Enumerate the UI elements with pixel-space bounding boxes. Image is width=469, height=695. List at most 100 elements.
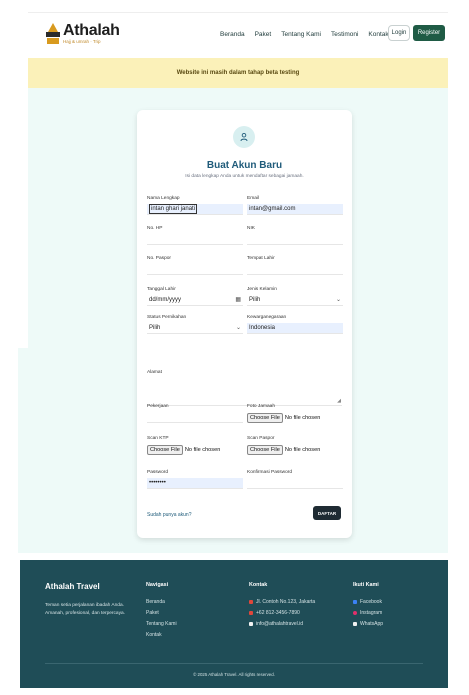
tempat-lahir-input[interactable] — [247, 264, 343, 275]
nama-label: Nama Lengkap — [147, 196, 180, 201]
email-input[interactable]: intan@gmail.com — [247, 204, 343, 215]
hp-input[interactable] — [147, 234, 243, 245]
footer-kontak: Kontak Jl. Contoh No.123, Jakarta +62 81… — [249, 582, 315, 629]
nik-input[interactable] — [247, 234, 343, 245]
field-nama: Nama Lengkap intan ghari janati — [147, 196, 243, 215]
footer-navigasi: Navigasi Beranda Paket Tentang Kami Kont… — [146, 582, 177, 640]
footer-navigasi-title: Navigasi — [146, 582, 169, 588]
brand-name: Athalah — [63, 22, 120, 40]
scan-paspor-label: Scan Paspor — [247, 436, 275, 441]
kewarganegaraan-input[interactable]: Indonesia — [247, 323, 343, 334]
scan-ktp-choose-file-button[interactable]: Choose File — [147, 444, 183, 455]
footer-social-whatsapp[interactable]: WhatsApp — [353, 618, 383, 629]
footer-divider — [45, 663, 423, 664]
foto-label: Foto Jamaah — [247, 404, 275, 409]
password-label: Password — [147, 470, 169, 475]
phone-icon — [249, 610, 253, 615]
register-button[interactable]: Register — [413, 25, 445, 41]
footer-ikuti-title: Ikuti Kami — [353, 582, 379, 588]
jenis-kelamin-label: Jenis Kelamin — [247, 287, 277, 292]
hp-label: No. HP — [147, 226, 163, 231]
login-button[interactable]: Login — [388, 25, 410, 41]
status-select[interactable]: Pilih ⌄ — [147, 323, 243, 334]
jenis-kelamin-select[interactable]: Pilih ⌄ — [247, 295, 343, 306]
mail-icon — [249, 621, 253, 626]
password-input[interactable]: •••••••• — [147, 478, 243, 489]
nav-item-beranda[interactable]: Beranda — [220, 31, 245, 38]
nav-item-tentang-kami[interactable]: Tentang Kami — [281, 31, 321, 38]
site-header: Athalah Hajj & umrah · Trip Beranda Pake… — [28, 12, 448, 58]
nav-item-testimoni[interactable]: Testimoni — [331, 31, 358, 38]
site-footer: Athalah Travel Teman setia perjalanan ib… — [20, 560, 448, 688]
daftar-button[interactable]: DAFTAR — [313, 506, 341, 520]
main-nav: Beranda Paket Tentang Kami Testimoni Kon… — [220, 31, 389, 38]
footer-social-facebook[interactable]: Facebook — [353, 596, 383, 607]
alamat-label: Alamat — [147, 370, 162, 375]
field-foto: Foto Jamaah Choose File No file chosen — [247, 404, 343, 423]
nama-input[interactable]: intan ghari janati — [147, 204, 243, 215]
footer-link-paket[interactable]: Paket — [146, 607, 177, 618]
field-nik: NIK — [247, 226, 343, 245]
footer-description: Teman setia perjalanan ibadah Anda. Aman… — [45, 603, 125, 616]
footer-brand: Athalah Travel — [45, 582, 100, 591]
location-pin-icon — [249, 599, 253, 604]
konfirmasi-password-input[interactable] — [247, 478, 343, 489]
foto-choose-file-button[interactable]: Choose File — [247, 412, 283, 423]
user-add-icon — [233, 126, 255, 148]
field-tempat-lahir: Tempat Lahir — [247, 256, 343, 275]
footer-social-instagram[interactable]: Instagram — [353, 607, 383, 618]
footer-ikuti: Ikuti Kami Facebook Instagram WhatsApp — [353, 582, 383, 629]
field-alamat: Alamat ◢ — [147, 360, 342, 406]
field-hp: No. HP — [147, 226, 243, 245]
chevron-down-icon: ⌄ — [235, 325, 241, 331]
calendar-icon[interactable]: ▦ — [235, 296, 241, 303]
field-password: Password •••••••• — [147, 470, 243, 489]
foto-file-input[interactable]: Choose File No file chosen — [247, 412, 343, 423]
pekerjaan-input[interactable] — [147, 412, 243, 423]
email-label: Email — [247, 196, 259, 201]
scan-paspor-choose-file-button[interactable]: Choose File — [247, 444, 283, 455]
foto-file-status: No file chosen — [284, 414, 321, 421]
scan-paspor-file-input[interactable]: Choose File No file chosen — [247, 444, 343, 455]
tanggal-lahir-input[interactable]: dd/mm/yyyy ▦ — [147, 295, 243, 306]
brand-tagline: Hajj & umrah · Trip — [63, 39, 101, 45]
login-link[interactable]: Sudah punya akun? — [147, 512, 191, 518]
footer-link-beranda[interactable]: Beranda — [146, 596, 177, 607]
konfirmasi-password-label: Konfirmasi Password — [247, 470, 293, 475]
beta-banner: Website ini masih dalam tahap beta testi… — [28, 58, 448, 88]
tempat-lahir-label: Tempat Lahir — [247, 256, 275, 261]
paspor-input[interactable] — [147, 264, 243, 275]
field-pekerjaan: Pekerjaan — [147, 404, 243, 423]
whatsapp-icon — [353, 621, 357, 626]
brand-logo[interactable]: Athalah Hajj & umrah · Trip — [46, 23, 120, 45]
field-email: Email intan@gmail.com — [247, 196, 343, 215]
scan-paspor-file-status: No file chosen — [284, 446, 321, 453]
footer-link-kontak[interactable]: Kontak — [146, 629, 177, 640]
field-paspor: No. Paspor — [147, 256, 243, 275]
nik-label: NIK — [247, 226, 255, 231]
footer-link-tentang-kami[interactable]: Tentang Kami — [146, 618, 177, 629]
scan-ktp-file-input[interactable]: Choose File No file chosen — [147, 444, 243, 455]
alamat-textarea[interactable]: ◢ — [147, 380, 342, 406]
footer-email[interactable]: info@athalahtravel.id — [249, 618, 315, 629]
nav-item-paket[interactable]: Paket — [255, 31, 272, 38]
register-card: Buat Akun Baru Isi data lengkap Anda unt… — [137, 110, 352, 538]
pekerjaan-label: Pekerjaan — [147, 404, 169, 409]
tanggal-lahir-label: Tanggal Lahir — [147, 287, 176, 292]
footer-phone[interactable]: +62 812-3456-7890 — [249, 607, 315, 618]
logo-mark-icon — [46, 23, 60, 45]
field-scan-ktp: Scan KTP Choose File No file chosen — [147, 436, 243, 455]
scan-ktp-file-status: No file chosen — [184, 446, 221, 453]
footer-address: Jl. Contoh No.123, Jakarta — [249, 596, 315, 607]
facebook-icon — [353, 599, 357, 604]
field-kewarganegaraan: Kewarganegaraan Indonesia — [247, 315, 343, 334]
field-status: Status Pernikahan Pilih ⌄ — [147, 315, 243, 334]
field-konfirmasi-password: Konfirmasi Password — [247, 470, 343, 489]
nav-item-kontak[interactable]: Kontak — [368, 31, 388, 38]
instagram-icon — [353, 610, 357, 615]
scan-ktp-label: Scan KTP — [147, 436, 169, 441]
field-tanggal-lahir: Tanggal Lahir dd/mm/yyyy ▦ — [147, 287, 243, 306]
form-title: Buat Akun Baru — [206, 160, 283, 171]
field-jenis-kelamin: Jenis Kelamin Pilih ⌄ — [247, 287, 343, 306]
field-scan-paspor: Scan Paspor Choose File No file chosen — [247, 436, 343, 455]
